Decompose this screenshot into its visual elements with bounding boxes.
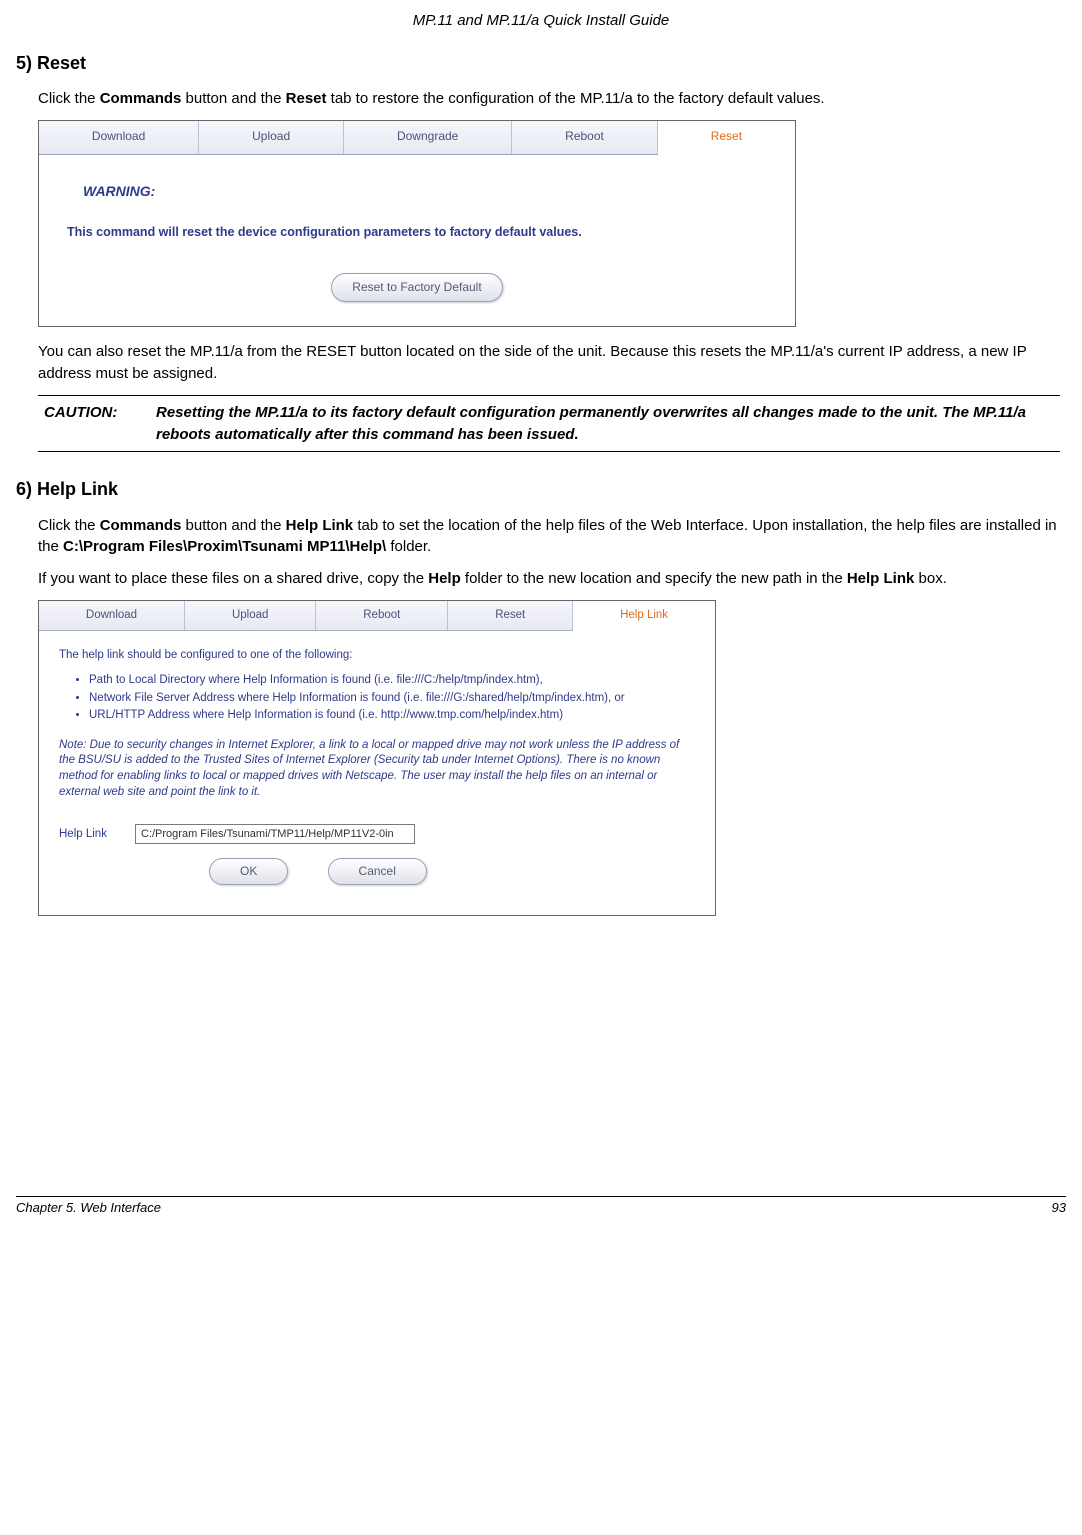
list-item: URL/HTTP Address where Help Information … (89, 708, 695, 724)
tab-download[interactable]: Download (39, 601, 185, 630)
heading-helplink: 6) Help Link (16, 476, 1066, 502)
help-bullet-list: Path to Local Directory where Help Infor… (89, 673, 695, 724)
screenshot-helplink-panel: Download Upload Reboot Reset Help Link T… (38, 600, 716, 917)
bold-reset: Reset (286, 90, 327, 107)
screenshot-reset-panel: Download Upload Downgrade Reboot Reset W… (38, 120, 796, 328)
bold-helplink: Help Link (286, 517, 354, 534)
footer-page-number: 93 (1052, 1199, 1066, 1218)
tab-reset[interactable]: Reset (658, 121, 795, 155)
list-item: Path to Local Directory where Help Infor… (89, 673, 695, 689)
help-link-input[interactable] (135, 824, 415, 844)
help-para1: Click the Commands button and the Help L… (38, 515, 1060, 559)
text: folder. (386, 538, 431, 555)
tab-upload[interactable]: Upload (185, 601, 316, 630)
help-intro-text: The help link should be configured to on… (59, 647, 695, 664)
heading-reset: 5) Reset (16, 50, 1066, 76)
doc-header-title: MP.11 and MP.11/a Quick Install Guide (16, 10, 1066, 32)
help-link-label: Help Link (59, 826, 119, 843)
tab-downgrade[interactable]: Downgrade (344, 121, 512, 154)
text: button and the (181, 517, 285, 534)
bold-help: Help (428, 570, 461, 587)
caution-text: Resetting the MP.11/a to its factory def… (156, 402, 1060, 446)
warning-label: WARNING: (83, 181, 777, 201)
text: tab to restore the configuration of the … (327, 90, 825, 107)
ok-button[interactable]: OK (209, 858, 288, 885)
tab-row: Download Upload Reboot Reset Help Link (39, 601, 715, 631)
text: If you want to place these files on a sh… (38, 570, 428, 587)
caution-box: CAUTION: Resetting the MP.11/a to its fa… (38, 395, 1060, 453)
tab-download[interactable]: Download (39, 121, 199, 154)
cancel-button[interactable]: Cancel (328, 858, 427, 885)
warning-text: This command will reset the device confi… (67, 223, 777, 241)
help-para2: If you want to place these files on a sh… (38, 568, 1060, 590)
bold-commands: Commands (100, 517, 182, 534)
bold-commands: Commands (100, 90, 182, 107)
list-item: Network File Server Address where Help I… (89, 691, 695, 707)
text: Click the (38, 90, 100, 107)
text: Click the (38, 517, 100, 534)
tab-reboot[interactable]: Reboot (512, 121, 658, 154)
text: button and the (181, 90, 285, 107)
bold-helplink2: Help Link (847, 570, 915, 587)
tab-upload[interactable]: Upload (199, 121, 344, 154)
reset-para2: You can also reset the MP.11/a from the … (38, 341, 1060, 385)
tab-reboot[interactable]: Reboot (316, 601, 448, 630)
text: box. (914, 570, 947, 587)
tab-row: Download Upload Downgrade Reboot Reset (39, 121, 795, 155)
tab-reset[interactable]: Reset (448, 601, 573, 630)
caution-label: CAUTION: (38, 402, 156, 446)
help-note: Note: Due to security changes in Interne… (59, 738, 695, 800)
reset-factory-button[interactable]: Reset to Factory Default (331, 273, 502, 302)
reset-para1: Click the Commands button and the Reset … (38, 88, 1060, 110)
text: folder to the new location and specify t… (461, 570, 847, 587)
bold-path: C:\Program Files\Proxim\Tsunami MP11\Hel… (63, 538, 386, 555)
tab-helplink[interactable]: Help Link (573, 601, 715, 631)
footer-chapter: Chapter 5. Web Interface (16, 1199, 161, 1218)
